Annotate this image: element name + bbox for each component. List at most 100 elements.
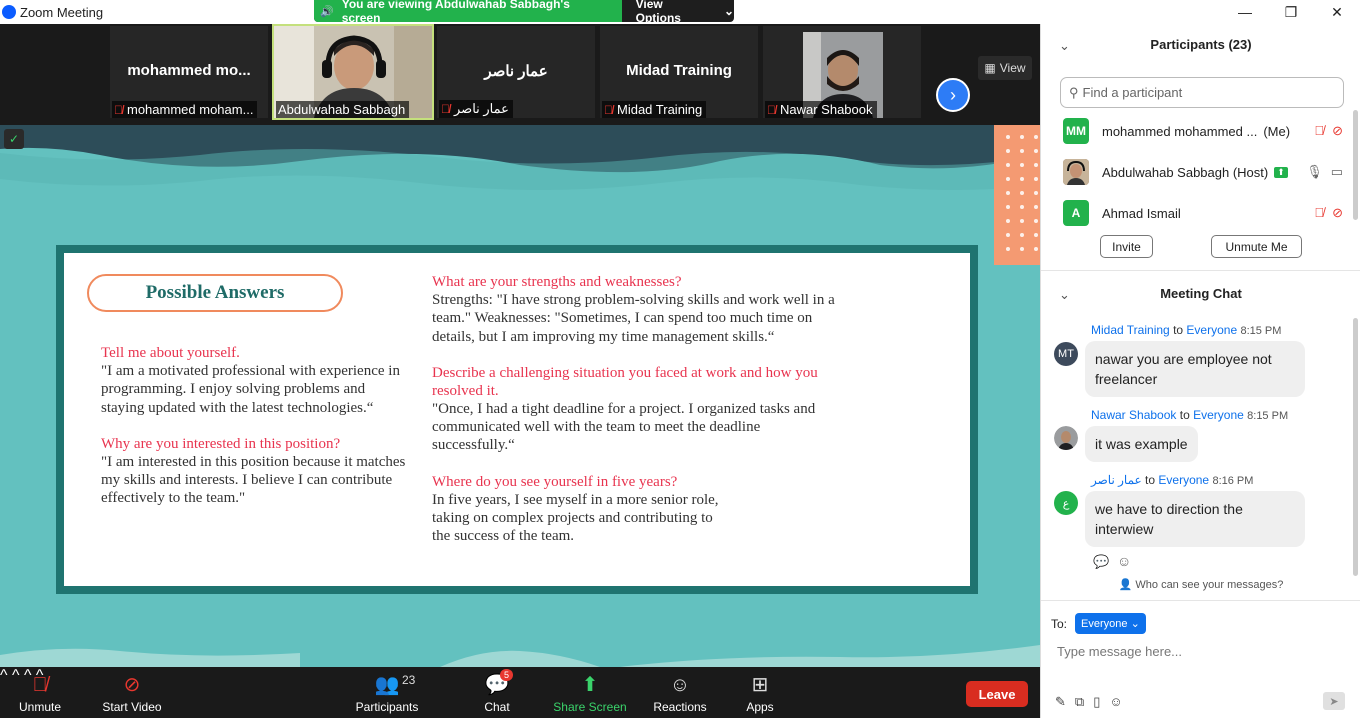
reply-icon[interactable]: 💬 — [1093, 554, 1109, 570]
minimize-button[interactable]: — — [1222, 0, 1268, 24]
tile-label: 🎙̸ عمار ناصر — [439, 100, 513, 118]
chevron-down-icon: ⌄ — [723, 4, 734, 18]
avatar: MM — [1063, 118, 1089, 144]
participant-row[interactable]: A Ahmad Ismail 🎙̸ ⊘ — [1063, 200, 1343, 226]
shared-screen: ✓ Possible Answers Tell me about yoursel… — [0, 125, 1040, 667]
side-panel: ⌄ Participants (23) ⚲ Find a participant… — [1040, 24, 1360, 718]
who-can-see-link[interactable]: 👤 Who can see your messages? — [1041, 578, 1360, 591]
unmute-button[interactable]: 🎙̸ Unmute — [8, 667, 72, 718]
tile-label: 🎙̸ mohammed moham... — [112, 101, 258, 118]
dots-pattern — [1006, 135, 1038, 251]
view-options-label: View Options — [635, 0, 681, 25]
view-options-button[interactable]: View Options ⌄ — [622, 0, 734, 25]
message-input[interactable]: Type message here... — [1057, 644, 1182, 659]
participant-row[interactable]: Abdulwahab Sabbagh (Host) ⬆ 🎙 ▭ — [1063, 159, 1343, 185]
chat-label: Chat — [484, 700, 510, 714]
message-to: to — [1173, 323, 1184, 337]
participant-status: 🎙̸ ⊘ — [1314, 205, 1343, 221]
tile-label-text: Nawar Shabook — [780, 102, 873, 117]
meeting-toolbar: 🎙̸ Unmute ^ ⊘ Start Video ^ 👥 Participan… — [0, 667, 1040, 718]
message-sender: Midad Training — [1091, 323, 1170, 337]
reactions-button[interactable]: ☺ Reactions — [650, 667, 710, 718]
participant-name: mohammed mohammed ... — [1102, 123, 1258, 139]
composer-toolbar: ✎ ⧉ ▯ ☺ — [1055, 694, 1123, 710]
video-strip: mohammed mo... 🎙̸ mohammed moham... Abdu… — [0, 24, 1040, 125]
viewing-banner: 🔊 You are viewing Abdulwahab Sabbagh's s… — [314, 0, 734, 25]
leave-button[interactable]: Leave — [966, 681, 1028, 707]
sharing-icon: ⬆ — [1274, 166, 1288, 178]
screenshot-icon[interactable]: ⧉ — [1075, 694, 1084, 710]
send-icon: ➤ — [1329, 695, 1339, 708]
answer: "Once, I had a tight deadline for a proj… — [432, 400, 816, 454]
send-button[interactable]: ➤ — [1323, 692, 1345, 710]
message-header: Midad Training to Everyone 8:15 PM — [1091, 323, 1281, 337]
participant-status: 🎙 ▭ — [1306, 164, 1343, 180]
apps-label: Apps — [746, 700, 774, 714]
apps-button[interactable]: ⊞ Apps — [740, 667, 780, 718]
avatar: ع — [1054, 491, 1078, 515]
tile-label-text: mohammed moham... — [127, 102, 254, 117]
viewing-indicator: 🔊 You are viewing Abdulwahab Sabbagh's s… — [314, 0, 622, 25]
video-tile[interactable]: Midad Training 🎙̸ Midad Training — [600, 26, 758, 118]
tile-label-text: Midad Training — [617, 102, 703, 117]
avatar: A — [1063, 200, 1089, 226]
chevron-down-icon: ⌄ — [1130, 618, 1140, 630]
participants-icon: 👥 — [374, 674, 400, 696]
recipient-row: To: Everyone ⌄ — [1051, 613, 1146, 634]
start-video-button[interactable]: ⊘ Start Video — [96, 667, 168, 718]
unmute-me-button[interactable]: Unmute Me — [1211, 235, 1302, 258]
question: Where do you see yourself in five years? — [432, 473, 678, 490]
slide-card: Possible Answers Tell me about yourself.… — [56, 245, 978, 594]
tile-label: Abdulwahab Sabbagh — [276, 101, 410, 118]
slide-right-column: What are your strengths and weaknesses? … — [432, 273, 837, 564]
view-button[interactable]: ▦ View — [978, 56, 1032, 80]
zoom-window: Zoom Meeting 🔊 You are viewing Abdulwaha… — [0, 0, 1360, 718]
participant-row[interactable]: MM mohammed mohammed ... (Me) 🎙̸ ⊘ — [1063, 118, 1343, 144]
message-target: Everyone — [1158, 473, 1210, 487]
video-tile[interactable]: mohammed mo... 🎙̸ mohammed moham... — [110, 26, 268, 118]
file-icon[interactable]: ▯ — [1093, 694, 1100, 710]
qa-block: Tell me about yourself. "I am a motivate… — [101, 344, 406, 417]
audio-options-caret-icon[interactable]: ^ — [0, 667, 8, 684]
participants-scrollbar[interactable] — [1353, 110, 1358, 220]
composer-divider — [1041, 600, 1360, 601]
share-screen-button[interactable]: ⬆ Share Screen — [552, 667, 628, 718]
video-off-icon: ⊘ — [1332, 123, 1343, 138]
answer: Strengths: "I have strong problem-solvin… — [432, 292, 835, 345]
slide-left-column: Tell me about yourself. "I am a motivate… — [101, 344, 406, 526]
tile-label: 🎙̸ Nawar Shabook — [765, 101, 877, 118]
recipient-dropdown[interactable]: Everyone ⌄ — [1075, 613, 1146, 634]
close-button[interactable]: ✕ — [1314, 0, 1360, 24]
participant-suffix: (Me) — [1263, 123, 1291, 139]
chat-button[interactable]: 💬 Chat — [474, 667, 520, 718]
message-sender: Nawar Shabook — [1091, 408, 1177, 422]
who-can-see-text: Who can see your messages? — [1135, 579, 1284, 591]
tile-label: 🎙̸ Midad Training — [602, 101, 707, 118]
message-target: Everyone — [1186, 323, 1238, 337]
video-icon: ▭ — [1330, 164, 1343, 179]
maximize-button[interactable]: ❐ — [1268, 0, 1314, 24]
format-icon[interactable]: ✎ — [1055, 694, 1066, 710]
chat-scrollbar[interactable] — [1353, 318, 1358, 576]
video-tile-active[interactable]: Abdulwahab Sabbagh — [272, 24, 434, 120]
share-screen-icon: ⬆ — [581, 674, 599, 696]
emoji-icon[interactable]: ☺ — [1109, 694, 1122, 710]
message-to: to — [1179, 408, 1190, 422]
invite-button[interactable]: Invite — [1100, 235, 1153, 258]
video-tile[interactable]: 🎙̸ Nawar Shabook — [763, 26, 921, 118]
window-title: Zoom Meeting — [20, 4, 104, 20]
avatar: MT — [1054, 342, 1078, 366]
video-tile[interactable]: عمار ناصر 🎙̸ عمار ناصر — [437, 26, 595, 118]
message-header: عمار ناصر to Everyone 8:16 PM — [1091, 473, 1253, 487]
start-video-label: Start Video — [102, 700, 162, 714]
question: What are your strengths and weaknesses? — [432, 274, 682, 290]
security-shield-icon[interactable]: ✓ — [4, 129, 24, 149]
emoji-reaction-icon[interactable]: ☺ — [1117, 553, 1131, 569]
mic-muted-icon: 🎙̸ — [441, 102, 450, 116]
chevron-right-icon: › — [950, 84, 956, 105]
title-bar: Zoom Meeting 🔊 You are viewing Abdulwaha… — [0, 0, 1360, 25]
participant-search-input[interactable]: ⚲ Find a participant — [1060, 77, 1344, 108]
message-time: 8:15 PM — [1240, 325, 1282, 337]
next-page-button[interactable]: › — [936, 78, 970, 112]
slide-content: Possible Answers Tell me about yourself.… — [64, 253, 970, 586]
